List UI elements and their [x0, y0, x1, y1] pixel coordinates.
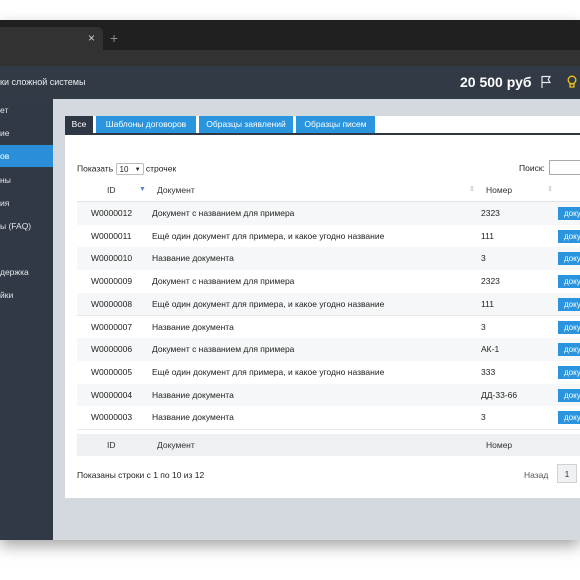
open-document-button[interactable]: документ — [558, 297, 580, 311]
row-document: Документ с названием для примера — [152, 276, 295, 287]
sidebar-item-0[interactable]: ет — [0, 99, 53, 121]
footer-column-id: ID — [107, 440, 116, 450]
row-number: 3 — [481, 253, 486, 264]
sort-both-icon[interactable]: ⇕ — [547, 179, 553, 201]
table-row[interactable]: W0000010 Название документа 3 документ — [77, 247, 580, 272]
pagination-page-1[interactable]: 1 — [557, 464, 577, 483]
row-id: W0000010 — [91, 253, 133, 264]
tabs-underline — [65, 133, 580, 135]
sidebar-item-3[interactable]: ны — [0, 169, 53, 191]
open-document-button[interactable]: документ — [558, 275, 580, 289]
footer-column-document: Документ — [157, 440, 195, 450]
table-row[interactable]: W0000005 Ещё один документ для примера, … — [77, 360, 580, 385]
pagination-prev-button[interactable]: Назад — [524, 470, 548, 480]
row-document: Ещё один документ для примера, и какое у… — [152, 366, 385, 377]
row-number: 3 — [481, 321, 486, 332]
documents-panel: Все Шаблоны договоров Образцы заявлений … — [65, 116, 580, 498]
flag-icon[interactable] — [540, 75, 552, 94]
row-document: Ещё один документ для примера, и какое у… — [152, 298, 385, 309]
row-number: АК-1 — [481, 344, 500, 355]
row-number: 111 — [481, 230, 494, 241]
row-id: W0000008 — [91, 298, 133, 309]
row-number: ДД-33-66 — [481, 389, 518, 400]
row-id: W0000011 — [91, 230, 132, 241]
row-id: W0000006 — [91, 344, 133, 355]
table-row[interactable]: W0000003 Название документа 3 документ — [77, 406, 580, 430]
row-number: 111 — [481, 298, 494, 309]
browser-window: × + ки сложной системы 20 500 руб ет ие … — [0, 20, 580, 540]
sidebar-item-settings[interactable]: йки — [0, 284, 53, 306]
sidebar-item-6[interactable] — [0, 238, 53, 260]
sidebar: ет ие ов ны ия ы (FAQ) держка йки — [0, 99, 53, 540]
table-row[interactable]: W0000006 Документ с названием для пример… — [77, 338, 580, 362]
sidebar-item-2-active[interactable]: ов — [0, 145, 53, 167]
search-input[interactable] — [549, 160, 580, 175]
browser-tabstrip: × + — [0, 20, 580, 50]
lightbulb-icon[interactable] — [566, 75, 578, 94]
table-row[interactable]: W0000007 Название документа 3 документ — [77, 315, 580, 340]
open-document-button[interactable]: документ — [558, 388, 580, 402]
chevron-down-icon: ▼ — [134, 167, 141, 173]
row-document: Название документа — [152, 321, 234, 332]
row-id: W0000007 — [91, 321, 133, 332]
row-document: Название документа — [152, 253, 234, 264]
sidebar-item-faq[interactable]: ы (FAQ) — [0, 215, 53, 237]
table-header: ID ▼ Документ ⇕ Номер ⇕ — [77, 179, 580, 202]
table-row[interactable]: W0000011 Ещё один документ для примера, … — [77, 224, 580, 249]
tab-application-samples[interactable]: Образцы заявлений — [199, 116, 293, 133]
row-document: Ещё один документ для примера, и какое у… — [152, 230, 385, 241]
open-document-button[interactable]: документ — [558, 343, 580, 357]
column-header-document[interactable]: Документ — [157, 179, 195, 201]
footer-column-number: Номер — [486, 440, 513, 450]
row-document: Документ с названием для примера — [152, 344, 295, 355]
browser-tab[interactable]: × — [0, 27, 103, 50]
sidebar-item-support[interactable]: держка — [0, 261, 53, 283]
table-info: Показаны строки с 1 по 10 из 12 — [77, 470, 205, 480]
open-document-button[interactable]: документ — [558, 229, 580, 243]
row-number: 333 — [481, 366, 496, 377]
row-id: W0000004 — [91, 389, 133, 400]
column-header-id[interactable]: ID — [107, 179, 116, 201]
row-document: Название документа — [152, 389, 234, 400]
browser-toolbar — [0, 50, 580, 66]
row-number: 3 — [481, 412, 486, 423]
table-row[interactable]: W0000004 Название документа ДД-33-66 док… — [77, 383, 580, 408]
row-number: 2323 — [481, 276, 500, 287]
open-document-button[interactable]: документ — [558, 320, 580, 334]
open-document-button[interactable]: документ — [558, 207, 580, 220]
sort-desc-icon[interactable]: ▼ — [139, 179, 146, 201]
row-id: W0000009 — [91, 276, 133, 287]
app-header: ки сложной системы 20 500 руб — [0, 66, 580, 99]
row-document: Название документа — [152, 412, 234, 423]
table-row[interactable]: W0000009 Документ с названием для пример… — [77, 270, 580, 294]
row-id: W0000012 — [91, 208, 133, 218]
main-content: Все Шаблоны договоров Образцы заявлений … — [53, 99, 580, 540]
table-row[interactable]: W0000012 Документ с названием для пример… — [77, 202, 580, 226]
tab-contract-templates[interactable]: Шаблоны договоров — [96, 116, 196, 133]
open-document-button[interactable]: документ — [558, 252, 580, 266]
row-id: W0000005 — [91, 366, 133, 377]
new-tab-button[interactable]: + — [110, 30, 118, 46]
open-document-button[interactable]: документ — [558, 411, 580, 425]
balance-amount: 20 500 руб — [460, 74, 532, 90]
column-header-number[interactable]: Номер — [486, 179, 512, 201]
tab-letter-samples[interactable]: Образцы писем — [296, 116, 375, 133]
length-control: Показать 10 ▼ строчек — [77, 163, 177, 175]
sidebar-item-4[interactable]: ия — [0, 192, 53, 214]
row-document: Документ с названием для примера — [152, 208, 295, 218]
rows-per-page-select[interactable]: 10 ▼ — [115, 163, 144, 175]
open-document-button[interactable]: документ — [558, 365, 580, 379]
tab-all[interactable]: Все — [65, 116, 93, 133]
sort-both-icon[interactable]: ⇕ — [469, 179, 475, 201]
sidebar-item-1[interactable]: ие — [0, 122, 53, 144]
table-row[interactable]: W0000008 Ещё один документ для примера, … — [77, 292, 580, 317]
close-tab-icon[interactable]: × — [88, 31, 95, 45]
row-number: 2323 — [481, 208, 500, 218]
row-id: W0000003 — [91, 412, 133, 423]
table-footer: ID Документ Номер — [77, 434, 580, 456]
app-title: ки сложной системы — [0, 77, 86, 87]
search-label: Поиск: — [519, 163, 545, 173]
